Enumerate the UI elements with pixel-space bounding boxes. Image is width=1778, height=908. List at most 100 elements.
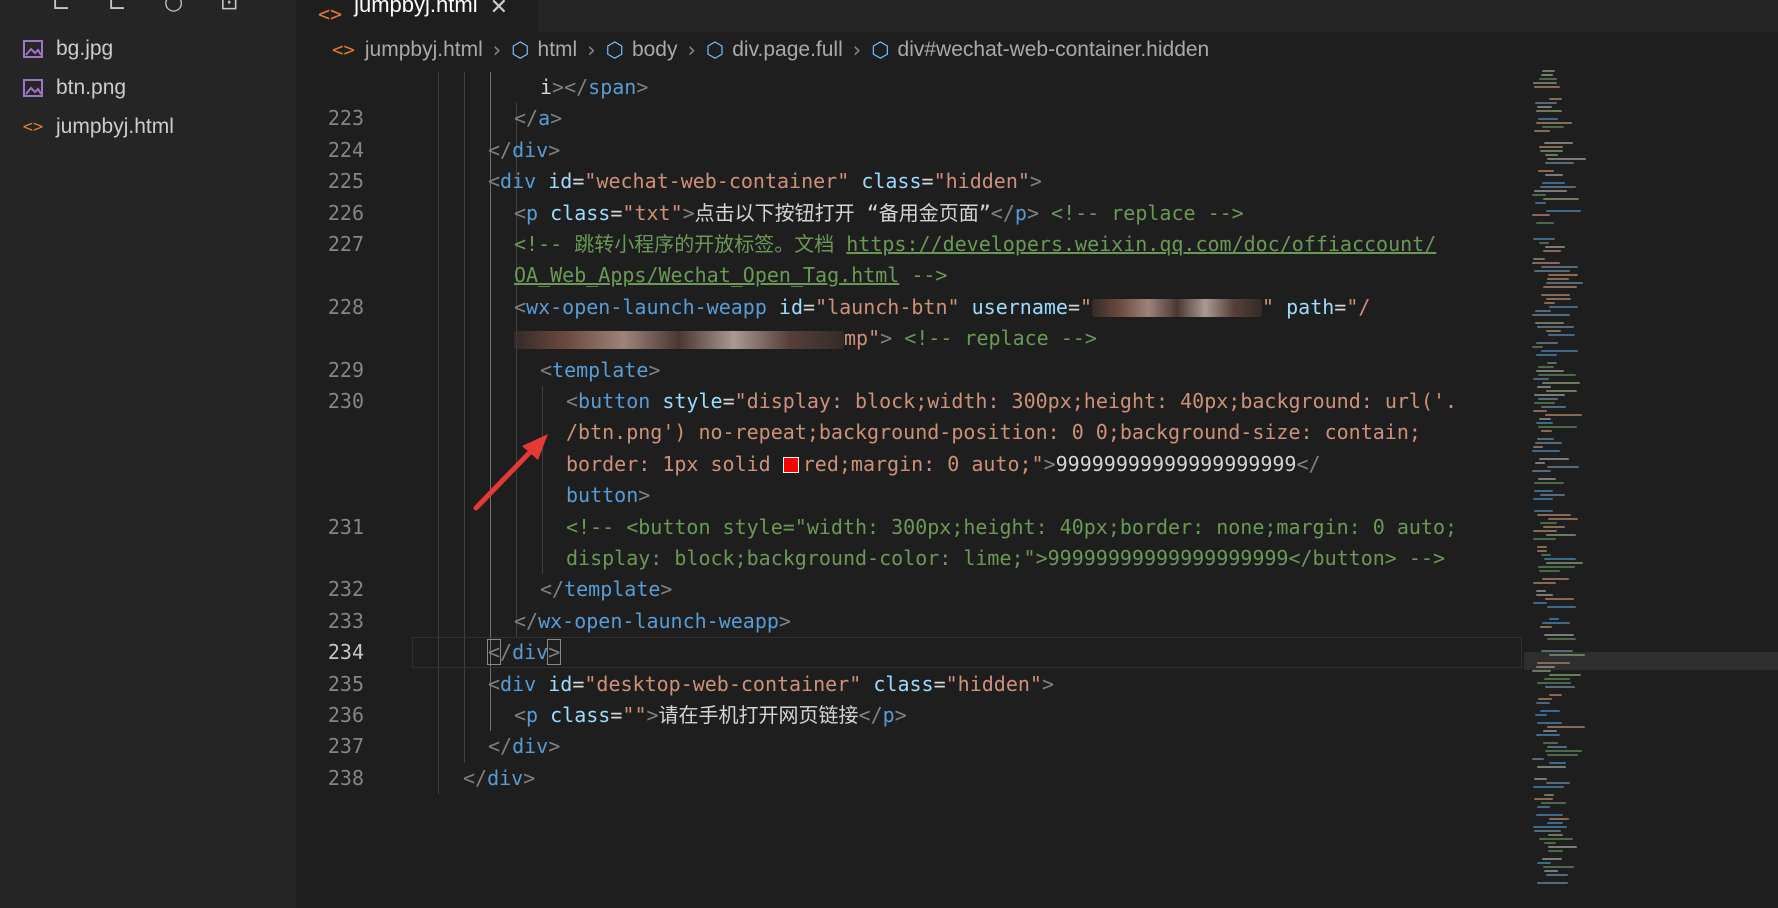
token: span xyxy=(588,75,637,99)
image-file-icon xyxy=(22,78,44,98)
new-file-icon[interactable]: ⊏ xyxy=(52,0,70,15)
minimap-line xyxy=(1533,446,1543,448)
minimap-line xyxy=(1549,306,1578,308)
file-item[interactable]: <> jumpbyj.html xyxy=(0,108,296,146)
minimap-line xyxy=(1536,734,1560,736)
code-line[interactable]: 233 </wx-open-launch-weapp> xyxy=(296,606,1524,637)
token: template xyxy=(564,577,661,602)
minimap-line xyxy=(1541,294,1570,296)
code-line[interactable]: display: block;background-color: lime;">… xyxy=(296,543,1524,574)
token: <!-- 跳转小程序的开放标签。文档 xyxy=(514,232,847,256)
breadcrumb-item[interactable]: jumpbyj.html xyxy=(365,38,483,62)
minimap-line xyxy=(1547,362,1557,364)
code-line[interactable]: 232 </template> xyxy=(296,574,1524,605)
minimap-line xyxy=(1547,822,1563,824)
token: = xyxy=(1334,294,1347,319)
breadcrumb-item[interactable]: div#wechat-web-container.hidden xyxy=(898,38,1210,62)
minimap-line xyxy=(1534,130,1550,132)
code-line[interactable]: 235 <div id="desktop-web-container" class… xyxy=(296,669,1524,700)
breadcrumb-item[interactable]: body xyxy=(632,38,678,62)
line-number: 235 xyxy=(327,671,364,696)
code-line[interactable]: 230 <button style="display: block;width: … xyxy=(296,386,1524,417)
token: = xyxy=(803,294,816,319)
minimap-line xyxy=(1544,678,1570,680)
code-line[interactable]: 236 <p class="">请在手机打开网页链接</p> xyxy=(296,700,1524,731)
minimap-line xyxy=(1537,722,1562,724)
token: <!-- replace --> xyxy=(904,326,1097,351)
new-folder-icon[interactable]: ⊏ xyxy=(108,0,126,15)
file-item[interactable]: btn.png xyxy=(0,69,296,107)
code-line[interactable]: i></span> xyxy=(296,72,1524,103)
token: "hidden" xyxy=(945,671,1042,696)
code-line[interactable]: 234 </div> xyxy=(296,637,1524,668)
file-item[interactable]: bg.jpg xyxy=(0,30,296,68)
minimap[interactable] xyxy=(1524,70,1778,908)
code-line[interactable]: 225 <div id="wechat-web-container" class=… xyxy=(296,166,1524,197)
minimap-line xyxy=(1538,366,1554,368)
minimap-line xyxy=(1533,582,1556,584)
collapse-all-icon[interactable]: ⊡ xyxy=(220,0,238,15)
close-icon[interactable]: ✕ xyxy=(490,0,508,20)
line-number: 227 xyxy=(327,232,364,256)
code-line[interactable]: 223 </a> xyxy=(296,103,1524,134)
refresh-icon[interactable]: ○ xyxy=(164,0,183,15)
token: div xyxy=(487,765,524,790)
code-line[interactable]: 229 <template> xyxy=(296,355,1524,386)
token: p xyxy=(526,703,539,727)
minimap-line xyxy=(1535,322,1564,324)
code-line[interactable]: 238 </div> xyxy=(296,763,1524,794)
token: username xyxy=(971,294,1068,319)
minimap-line xyxy=(1539,78,1557,80)
code-line[interactable]: 237 </div> xyxy=(296,731,1524,762)
code-text: mp"> <!-- replace --> xyxy=(514,323,1097,354)
minimap-line xyxy=(1541,350,1578,352)
token: /btn.png') no-repeat;background-position… xyxy=(566,420,1421,445)
minimap-line xyxy=(1542,858,1562,860)
token: > xyxy=(636,75,649,99)
minimap-line xyxy=(1538,566,1575,568)
breadcrumb-item[interactable]: div.page.full xyxy=(732,38,843,62)
token: > xyxy=(646,703,659,727)
chevron-right-icon: › xyxy=(687,38,696,62)
token: > xyxy=(648,357,661,382)
line-number: 230 xyxy=(327,389,364,413)
token: border: 1px solid xyxy=(566,451,783,476)
minimap-line xyxy=(1547,466,1579,468)
minimap-line xyxy=(1544,634,1574,636)
minimap-line xyxy=(1532,314,1570,316)
minimap-line xyxy=(1541,554,1551,556)
token: <!-- replace --> xyxy=(1051,200,1244,225)
minimap-slider[interactable] xyxy=(1524,652,1778,670)
token: --> xyxy=(899,263,948,288)
minimap-line xyxy=(1538,426,1577,428)
breadcrumb-item[interactable]: html xyxy=(538,38,578,62)
token: div xyxy=(500,169,537,194)
minimap-line xyxy=(1541,802,1566,804)
code-line[interactable]: 226 <p class="txt">点击以下按钮打开 “备用金页面”</p> <… xyxy=(296,198,1524,229)
token: " xyxy=(1079,294,1093,319)
minimap-line xyxy=(1544,558,1576,560)
minimap-line xyxy=(1536,814,1563,816)
code-line[interactable]: 227 <!-- 跳转小程序的开放标签。文档 https://developers… xyxy=(296,229,1524,260)
code-text: button> xyxy=(566,480,650,511)
editor-tab[interactable]: <> jumpbyj.html ✕ xyxy=(296,0,538,32)
minimap-line xyxy=(1535,714,1547,716)
code-line[interactable]: OA_Web_Apps/Wechat_Open_Tag.html --> xyxy=(296,260,1524,291)
minimap-line xyxy=(1544,142,1573,144)
minimap-line xyxy=(1547,746,1567,748)
bracket-match: < xyxy=(486,639,502,666)
code-line[interactable]: 224 </div> xyxy=(296,135,1524,166)
code-line[interactable]: 228 <wx-open-launch-weapp id="launch-btn"… xyxy=(296,292,1524,323)
minimap-line xyxy=(1539,418,1551,420)
minimap-line xyxy=(1543,742,1558,744)
code-line[interactable]: mp"> <!-- replace --> xyxy=(296,323,1524,354)
minimap-line xyxy=(1535,310,1551,312)
code-text: </div> xyxy=(488,135,560,166)
token: "desktop-web-container" xyxy=(584,671,862,696)
color-swatch xyxy=(782,457,799,474)
minimap-line xyxy=(1537,882,1568,884)
token: > xyxy=(682,200,695,225)
